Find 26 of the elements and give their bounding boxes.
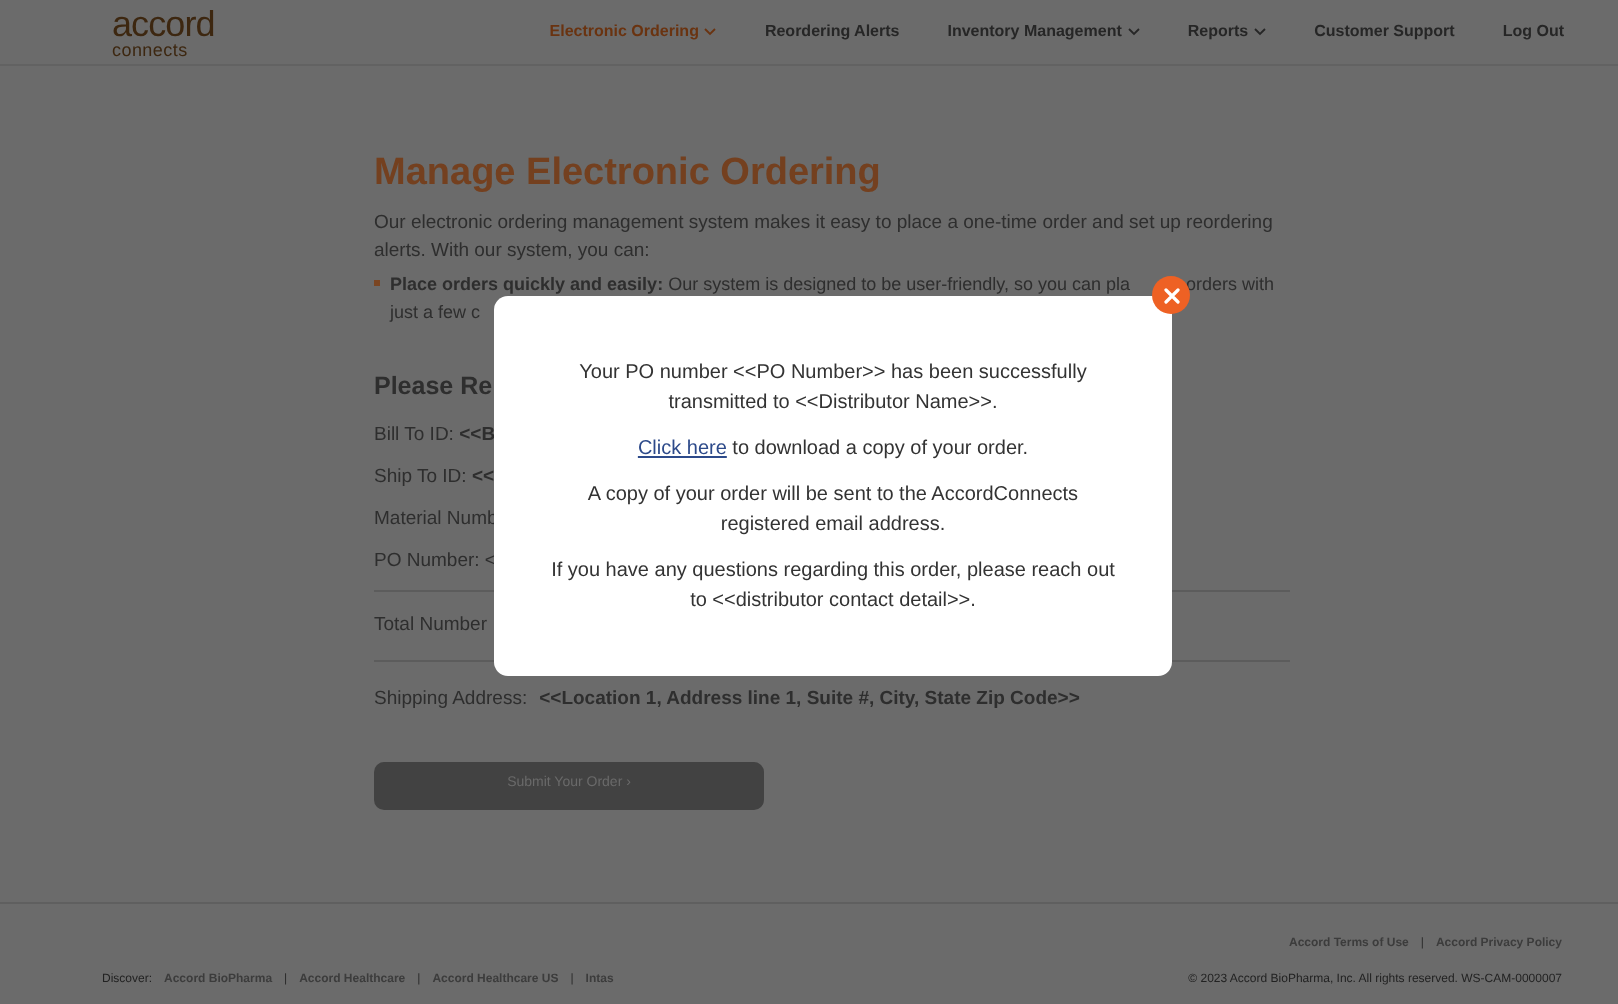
- page-title: Manage Electronic Ordering: [374, 154, 883, 192]
- bullet-text: orders with: [1186, 272, 1275, 298]
- section-heading: Please Re: [374, 374, 493, 399]
- field-label: Bill To ID: <<B: [374, 421, 496, 449]
- field-label: Total Number: [374, 613, 487, 635]
- contact-note: If you have any questions regarding this order, please reach out to <<distributor contact detail>>.: [549, 557, 1117, 615]
- nav-link[interactable]: Inventory Management: [947, 20, 1140, 44]
- download-text: Click here to download a copy of your order.: [637, 435, 1029, 463]
- field-label: Shipping Address:: [374, 685, 528, 713]
- shipping-address: <<Location 1, Address line 1, Suite #, City, State Zip Code>>: [539, 685, 1080, 713]
- success-message: Your PO number <<PO Number>> has been successfully transmitted to <<Distributor Name>>.: [577, 359, 1089, 417]
- intro-text: Our electronic ordering management system makes it easy to place a one-time order and set up reordering alerts. With our system, you can:: [374, 210, 1275, 266]
- bullet-text: just a few c: [390, 300, 483, 326]
- nav-link[interactable]: Electronic Ordering: [549, 20, 717, 44]
- bullet-icon: [374, 280, 380, 286]
- nav-link[interactable]: Log Out: [1502, 20, 1564, 44]
- bullet-text: Place orders quickly and easily: Our system is designed to be user-friendly, so you can pla: [390, 272, 1131, 298]
- nav-link[interactable]: Reordering Alerts: [764, 20, 900, 44]
- nav-link[interactable]: Reports: [1187, 20, 1267, 44]
- close-icon: [1163, 287, 1179, 303]
- email-note: A copy of your order will be sent to the AccordConnects registered email address.: [585, 481, 1081, 539]
- nav-link[interactable]: Customer Support: [1314, 20, 1455, 44]
- logo[interactable]: accord connects: [112, 5, 215, 59]
- field-label: Ship To ID: <<: [374, 463, 495, 491]
- close-button[interactable]: [1152, 276, 1190, 314]
- download-link[interactable]: Click here: [637, 437, 727, 459]
